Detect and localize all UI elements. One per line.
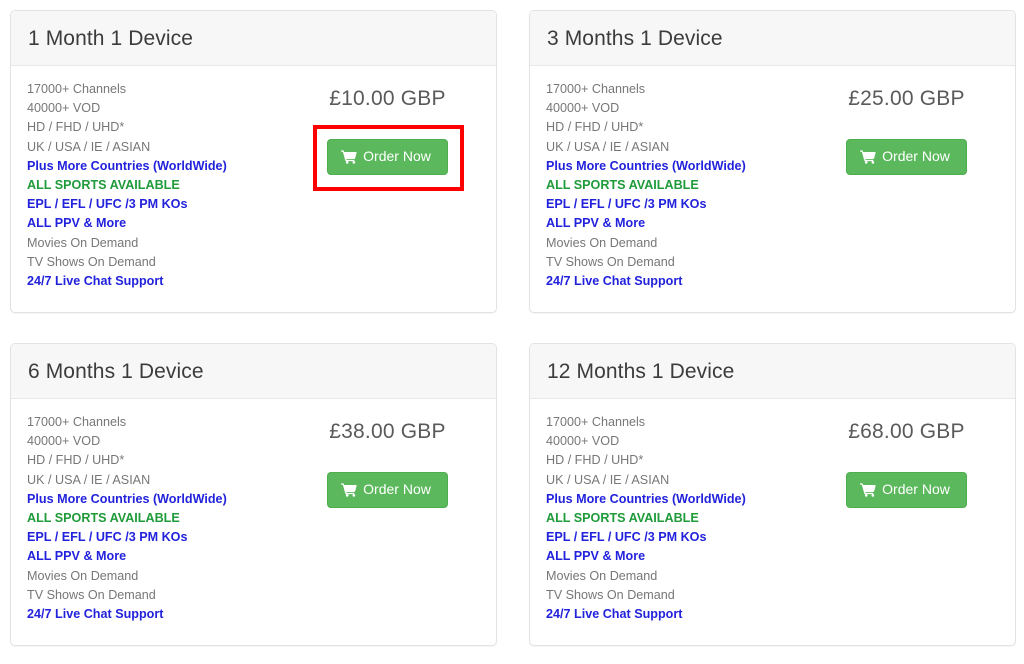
plan-price: £68.00 GBP xyxy=(848,420,965,443)
order-now-label: Order Now xyxy=(363,148,431,164)
price-and-order-column: £25.00 GBP Order Now xyxy=(814,80,999,291)
feature-item: Plus More Countries (WorldWide) xyxy=(546,491,746,506)
order-now-button[interactable]: Order Now xyxy=(327,472,448,508)
feature-item: ALL PPV & More xyxy=(27,549,127,564)
feature-item: EPL / EFL / UFC /3 PM KOs xyxy=(27,197,188,212)
price-and-order-column: £10.00 GBP Order Now xyxy=(295,80,480,291)
plan-title: 1 Month 1 Device xyxy=(28,26,194,50)
feature-item: ALL PPV & More xyxy=(546,549,646,564)
feature-item: Movies On Demand xyxy=(27,568,139,583)
feature-item: ALL PPV & More xyxy=(27,216,127,231)
plan-title: 6 Months 1 Device xyxy=(28,359,204,383)
feature-item: TV Shows On Demand xyxy=(27,254,156,269)
card-body: 17000+ Channels 40000+ VOD HD / FHD / UHD*… xyxy=(11,399,496,624)
shopping-cart-icon xyxy=(860,150,876,165)
feature-list: 17000+ Channels 40000+ VOD HD / FHD / UHD*… xyxy=(546,413,814,624)
feature-item: Movies On Demand xyxy=(546,568,658,583)
pricing-card-grid: 1 Month 1 Device 17000+ Channels 40000+ V… xyxy=(10,10,1016,646)
card-header: 6 Months 1 Device xyxy=(11,344,496,399)
feature-item: EPL / EFL / UFC /3 PM KOs xyxy=(27,530,188,545)
feature-item: Plus More Countries (WorldWide) xyxy=(27,491,227,506)
price-and-order-column: £68.00 GBP Order Now xyxy=(814,413,999,624)
feature-item: ALL PPV & More xyxy=(546,216,646,231)
plan-title: 3 Months 1 Device xyxy=(547,26,723,50)
feature-item: UK / USA / IE / ASIAN xyxy=(27,472,151,487)
order-now-label: Order Now xyxy=(363,481,431,497)
feature-item: ALL SPORTS AVAILABLE xyxy=(27,178,180,193)
card-body: 17000+ Channels 40000+ VOD HD / FHD / UHD*… xyxy=(530,399,1015,624)
feature-item: EPL / EFL / UFC /3 PM KOs xyxy=(546,197,707,212)
order-now-label: Order Now xyxy=(882,481,950,497)
feature-item: Plus More Countries (WorldWide) xyxy=(27,158,227,173)
feature-item: Movies On Demand xyxy=(27,235,139,250)
plan-price: £38.00 GBP xyxy=(329,420,446,443)
feature-item: 24/7 Live Chat Support xyxy=(27,607,164,622)
order-now-label: Order Now xyxy=(882,148,950,164)
feature-item: HD / FHD / UHD* xyxy=(546,453,644,468)
shopping-cart-icon xyxy=(341,150,357,165)
plan-title: 12 Months 1 Device xyxy=(547,359,735,383)
feature-item: 24/7 Live Chat Support xyxy=(27,274,164,289)
feature-list: 17000+ Channels 40000+ VOD HD / FHD / UHD*… xyxy=(546,80,814,291)
feature-item: HD / FHD / UHD* xyxy=(27,120,125,135)
feature-item: 17000+ Channels xyxy=(27,82,127,96)
feature-item: ALL SPORTS AVAILABLE xyxy=(546,178,699,193)
shopping-cart-icon xyxy=(860,483,876,498)
feature-item: 40000+ VOD xyxy=(546,434,620,449)
feature-item: 17000+ Channels xyxy=(27,415,127,429)
feature-item: Plus More Countries (WorldWide) xyxy=(546,158,746,173)
order-now-button[interactable]: Order Now xyxy=(846,139,967,175)
card-body: 17000+ Channels 40000+ VOD HD / FHD / UHD*… xyxy=(530,66,1015,291)
feature-item: EPL / EFL / UFC /3 PM KOs xyxy=(546,530,707,545)
pricing-card-6-months: 6 Months 1 Device 17000+ Channels 40000+ … xyxy=(10,343,497,646)
feature-item: 24/7 Live Chat Support xyxy=(546,274,683,289)
feature-item: UK / USA / IE / ASIAN xyxy=(546,139,670,154)
pricing-card-12-months: 12 Months 1 Device 17000+ Channels 40000+… xyxy=(529,343,1016,646)
feature-item: HD / FHD / UHD* xyxy=(27,453,125,468)
feature-item: UK / USA / IE / ASIAN xyxy=(27,139,151,154)
pricing-card-3-months: 3 Months 1 Device 17000+ Channels 40000+ … xyxy=(529,10,1016,313)
pricing-page: 1 Month 1 Device 17000+ Channels 40000+ V… xyxy=(0,0,1024,664)
card-header: 3 Months 1 Device xyxy=(530,11,1015,66)
feature-item: 24/7 Live Chat Support xyxy=(546,607,683,622)
plan-price: £10.00 GBP xyxy=(329,87,446,110)
feature-item: 40000+ VOD xyxy=(546,101,620,116)
order-now-button[interactable]: Order Now xyxy=(846,472,967,508)
feature-item: UK / USA / IE / ASIAN xyxy=(546,472,670,487)
feature-item: ALL SPORTS AVAILABLE xyxy=(27,511,180,526)
feature-item: 40000+ VOD xyxy=(27,101,101,116)
feature-item: TV Shows On Demand xyxy=(546,587,675,602)
feature-item: ALL SPORTS AVAILABLE xyxy=(546,511,699,526)
price-and-order-column: £38.00 GBP Order Now xyxy=(295,413,480,624)
feature-list: 17000+ Channels 40000+ VOD HD / FHD / UHD*… xyxy=(27,80,295,291)
plan-price: £25.00 GBP xyxy=(848,87,965,110)
card-header: 12 Months 1 Device xyxy=(530,344,1015,399)
feature-item: TV Shows On Demand xyxy=(27,587,156,602)
feature-item: HD / FHD / UHD* xyxy=(546,120,644,135)
card-header: 1 Month 1 Device xyxy=(11,11,496,66)
card-body: 17000+ Channels 40000+ VOD HD / FHD / UHD*… xyxy=(11,66,496,291)
feature-item: 40000+ VOD xyxy=(27,434,101,449)
feature-item: Movies On Demand xyxy=(546,235,658,250)
feature-list: 17000+ Channels 40000+ VOD HD / FHD / UHD*… xyxy=(27,413,295,624)
shopping-cart-icon xyxy=(341,483,357,498)
pricing-card-1-month: 1 Month 1 Device 17000+ Channels 40000+ V… xyxy=(10,10,497,313)
feature-item: 17000+ Channels xyxy=(546,415,646,429)
feature-item: 17000+ Channels xyxy=(546,82,646,96)
feature-item: TV Shows On Demand xyxy=(546,254,675,269)
order-now-button[interactable]: Order Now xyxy=(327,139,448,175)
